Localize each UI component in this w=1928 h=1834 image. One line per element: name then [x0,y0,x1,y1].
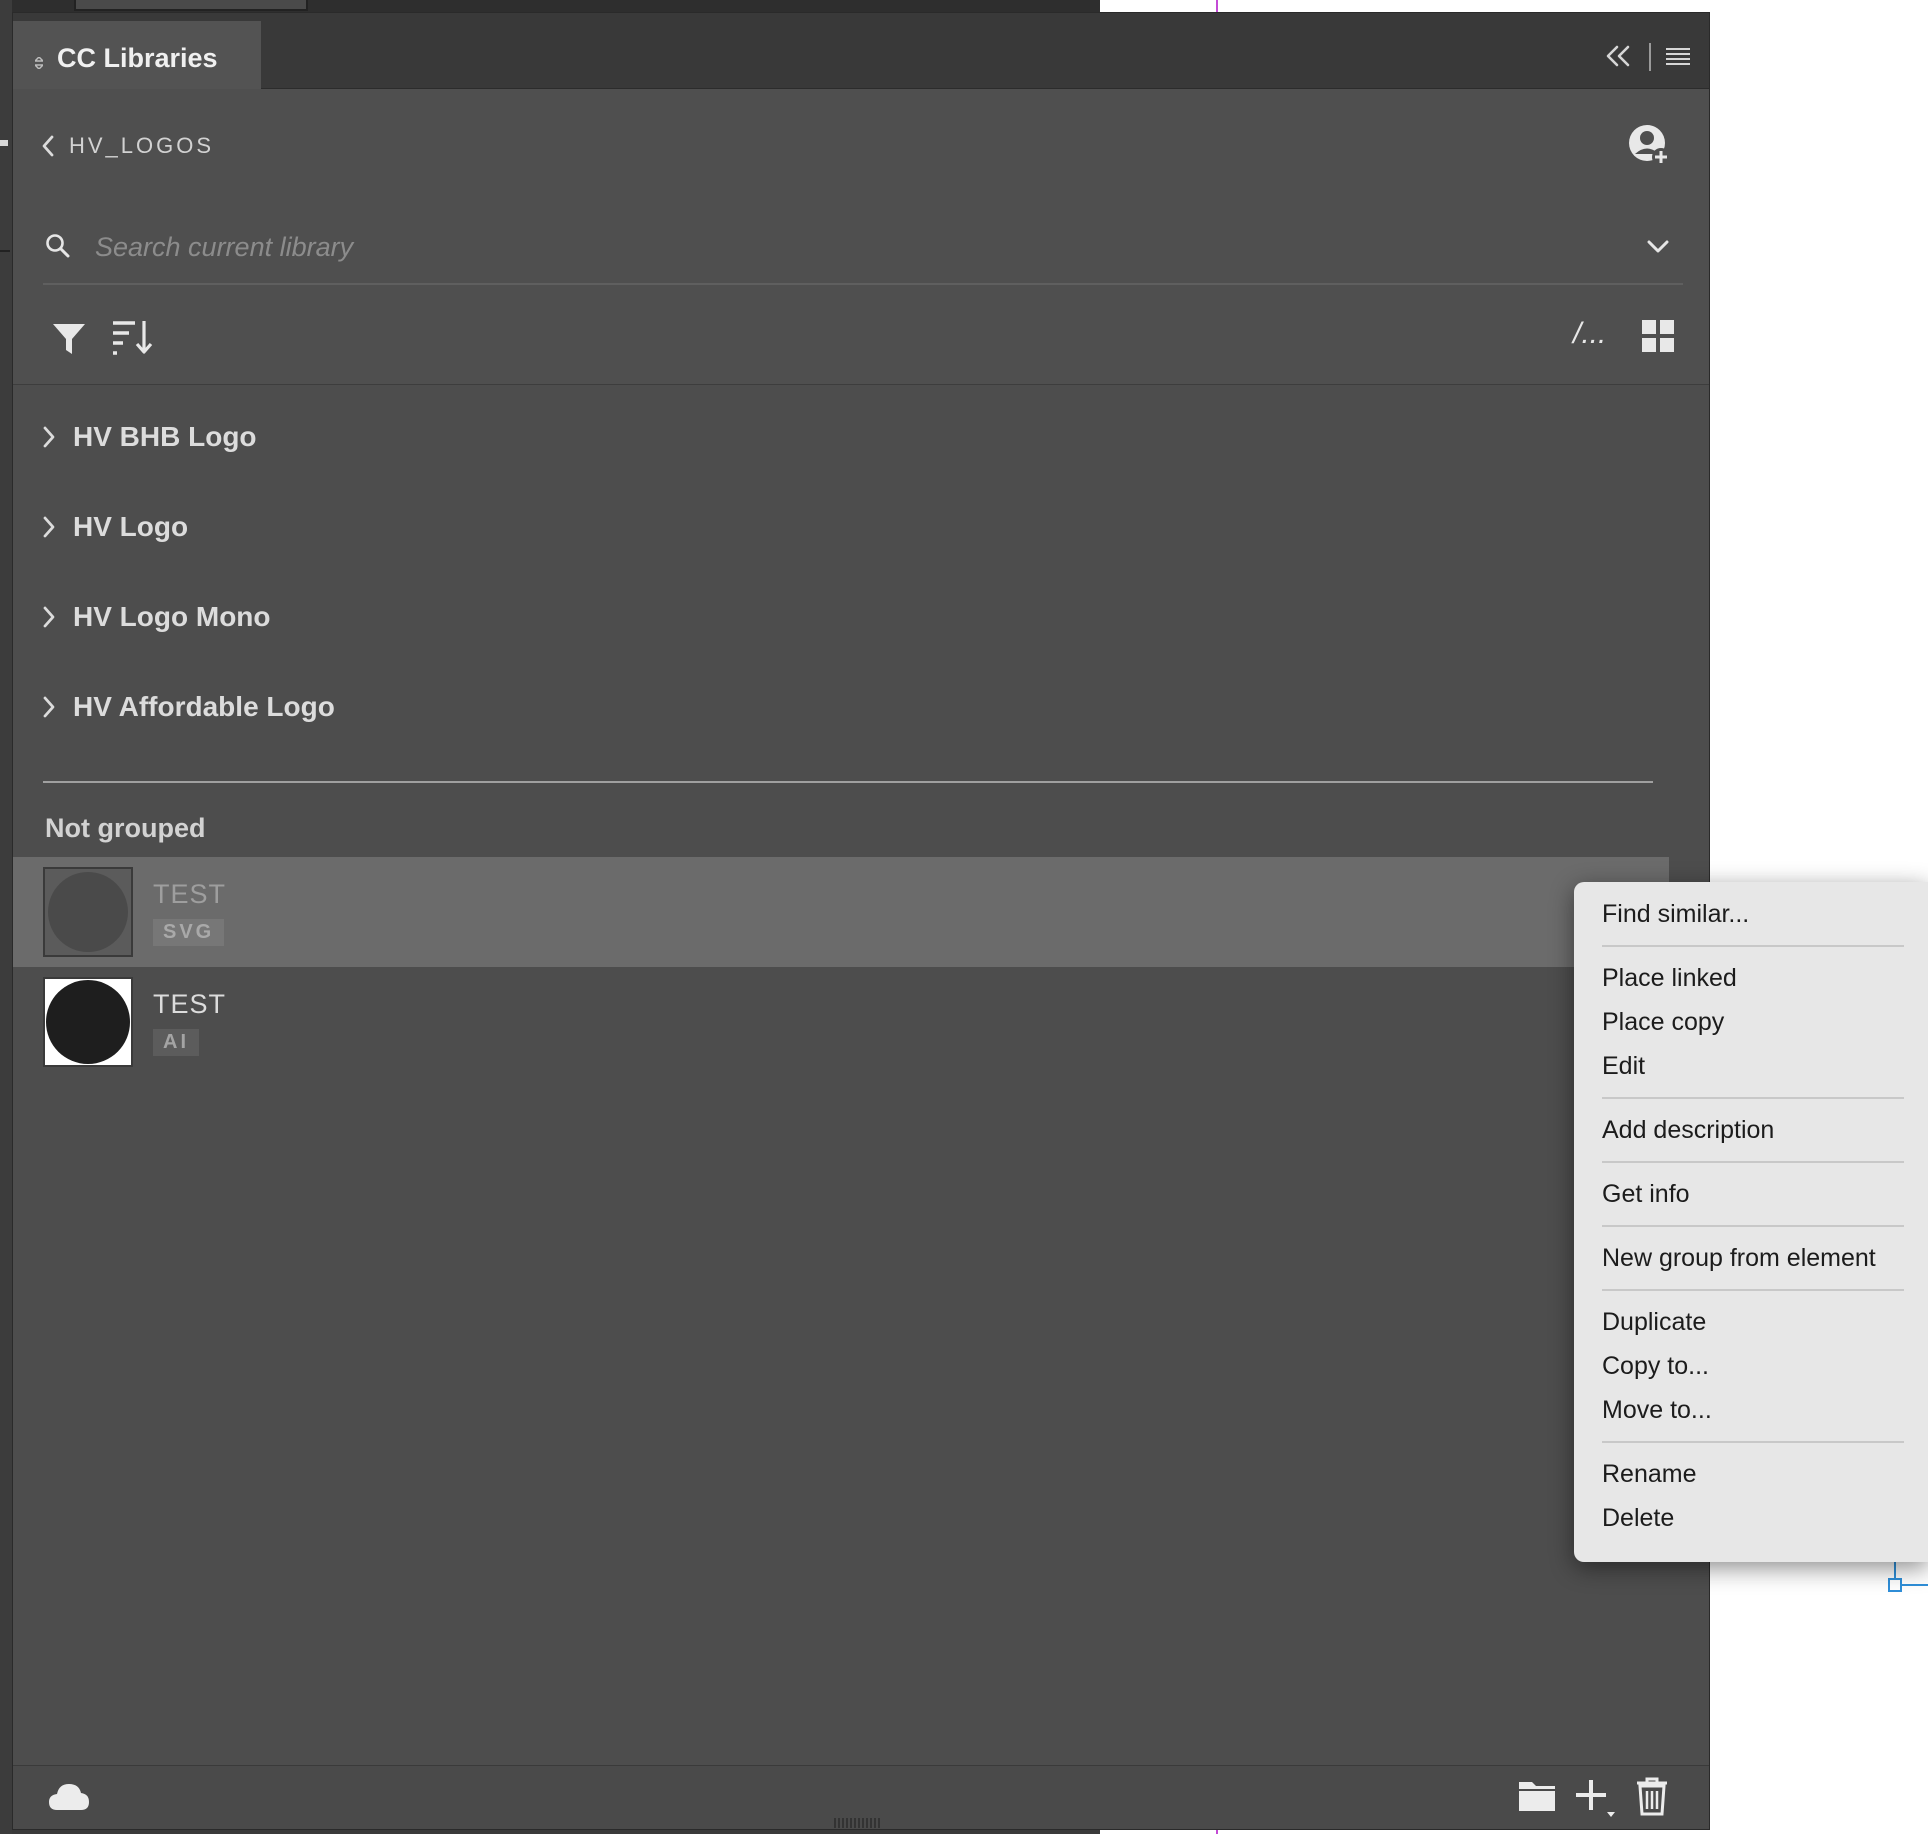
asset-name: TEST [153,879,227,909]
menu-item-add-description[interactable]: Add description [1574,1108,1928,1152]
menu-separator [1602,1225,1904,1227]
chevron-right-icon [43,696,55,718]
panel-tab[interactable]: CC Libraries [13,21,261,89]
invite-user-icon[interactable] [1627,123,1673,169]
search-icon [43,231,73,261]
cloud-icon[interactable] [47,1780,91,1814]
chevron-right-icon [43,516,55,538]
group-label: HV BHB Logo [73,421,257,452]
breadcrumb[interactable]: HV_LOGOS [41,131,214,161]
library-toolbar: /... [13,285,1709,385]
group-row[interactable]: HV Logo [41,507,188,547]
menu-separator [1602,945,1904,947]
library-name: HV_LOGOS [69,133,215,158]
selection-edge-vertical [1894,1560,1896,1578]
app-left-marker [0,140,8,146]
search-input[interactable] [93,223,1597,271]
group-row[interactable]: HV Affordable Logo [41,687,335,727]
asset-name: TEST [153,989,227,1019]
menu-item-get-info[interactable]: Get info [1574,1172,1928,1216]
menu-item-new-group[interactable]: New group from element [1574,1236,1928,1280]
section-title: Not grouped [45,813,206,843]
menu-separator [1602,1441,1904,1443]
app-left-divider [0,250,10,252]
panel-title: CC Libraries [57,43,218,73]
resize-handle[interactable] [833,1818,881,1828]
group-label: HV Affordable Logo [73,691,335,722]
menu-separator [1602,1289,1904,1291]
filter-icon[interactable] [51,321,87,357]
app-left-strip [0,0,12,1834]
chevron-right-icon [43,606,55,628]
tab-grip-icon[interactable] [35,57,43,69]
menu-item-place-copy[interactable]: Place copy [1574,1000,1928,1044]
plus-icon[interactable] [1573,1776,1617,1820]
search-bar [43,213,1683,285]
menu-separator [1602,1097,1904,1099]
tabbar-divider [1649,43,1651,71]
chevron-left-icon [42,135,54,157]
chevron-down-icon[interactable] [1643,231,1673,261]
asset-type-badge: SVG [153,919,225,946]
group-row[interactable]: HV BHB Logo [41,417,257,457]
asset-row[interactable]: TEST AI [13,967,1669,1077]
menu-separator [1602,1161,1904,1163]
menu-item-move-to[interactable]: Move to... [1574,1388,1928,1432]
double-chevron-left-icon[interactable] [1603,41,1633,71]
menu-item-duplicate[interactable]: Duplicate [1574,1300,1928,1344]
menu-item-find-similar[interactable]: Find similar... [1574,892,1928,936]
cc-libraries-panel: CC Libraries HV_LOGOS Search current lib… [12,12,1710,1830]
menu-item-edit[interactable]: Edit [1574,1044,1928,1088]
path-toggle[interactable]: /... [1573,317,1606,357]
folder-icon[interactable] [1517,1778,1557,1814]
selection-handle[interactable] [1888,1578,1902,1592]
menu-item-rename[interactable]: Rename [1574,1452,1928,1496]
trash-icon[interactable] [1635,1776,1669,1816]
group-row[interactable]: HV Logo Mono [41,597,271,637]
app-document-tab[interactable] [74,0,308,11]
chevron-right-icon [43,426,55,448]
asset-thumbnail [43,977,133,1067]
hamburger-menu-icon[interactable] [1663,41,1693,71]
sort-icon[interactable] [111,317,153,357]
library-content: HV BHB Logo HV Logo HV Logo Mono HV Affo… [13,385,1709,1765]
asset-type-badge: AI [153,1029,199,1056]
grid-view-icon[interactable] [1641,319,1675,353]
group-label: HV Logo [73,511,189,542]
panel-footer [13,1765,1709,1829]
menu-item-copy-to[interactable]: Copy to... [1574,1344,1928,1388]
panel-tab-bar: CC Libraries [13,13,1709,89]
context-menu: Find similar... Place linked Place copy … [1574,882,1928,1562]
section-divider [43,781,1653,783]
menu-item-place-linked[interactable]: Place linked [1574,956,1928,1000]
asset-thumbnail [43,867,133,957]
selection-edge-horizontal [1902,1584,1928,1586]
menu-item-delete[interactable]: Delete [1574,1496,1928,1540]
asset-row[interactable]: TEST SVG [13,857,1669,967]
group-label: HV Logo Mono [73,601,271,632]
